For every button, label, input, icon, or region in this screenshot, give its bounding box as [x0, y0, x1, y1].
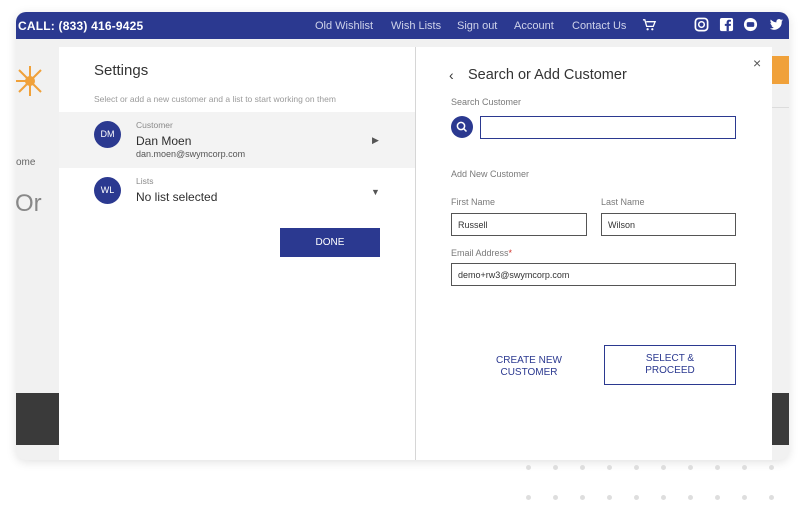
last-name-field[interactable] — [601, 213, 736, 236]
create-button-line2: CUSTOMER — [500, 367, 558, 378]
twitter-icon[interactable] — [769, 17, 784, 32]
first-name-field[interactable] — [451, 213, 587, 236]
search-icon — [456, 121, 468, 133]
chevron-right-icon: ▶ — [372, 135, 379, 145]
dot — [661, 495, 666, 500]
cart-icon[interactable] — [642, 17, 657, 32]
last-name-label: Last Name — [601, 197, 645, 207]
dot — [634, 495, 639, 500]
chevron-down-icon: ▼ — [371, 187, 380, 197]
dot — [742, 465, 747, 470]
search-customer-label: Search Customer — [451, 97, 522, 107]
screenshot-frame: CALL: (833) 416-9425 Old Wishlist Wish L… — [16, 12, 789, 460]
lists-value: No list selected — [136, 190, 218, 204]
stage: CALL: (833) 416-9425 Old Wishlist Wish L… — [0, 0, 800, 519]
search-customer-input[interactable] — [480, 116, 736, 139]
customer-avatar: DM — [94, 121, 121, 148]
facebook-icon[interactable] — [719, 17, 734, 32]
first-name-label: First Name — [451, 197, 496, 207]
email-label: Email Address* — [451, 248, 512, 258]
done-button[interactable]: DONE — [280, 228, 380, 257]
dot — [553, 495, 558, 500]
settings-title: Settings — [94, 62, 149, 79]
dot — [769, 465, 774, 470]
phone-number[interactable]: CALL: (833) 416-9425 — [18, 19, 143, 33]
dot — [661, 465, 666, 470]
dot — [715, 495, 720, 500]
list-selector[interactable]: WL Lists No list selected ▼ — [59, 168, 415, 216]
top-bar: CALL: (833) 416-9425 Old Wishlist Wish L… — [16, 12, 789, 39]
dot — [688, 465, 693, 470]
customer-label: Customer — [136, 120, 173, 130]
settings-subtitle: Select or add a new customer and a list … — [94, 94, 336, 104]
customer-email: dan.moen@swymcorp.com — [136, 149, 246, 159]
email-label-text: Email Address — [451, 248, 509, 258]
background-breadcrumb: ome — [16, 157, 36, 168]
customer-selector[interactable]: DM Customer Dan Moen dan.moen@swymcorp.c… — [59, 112, 415, 168]
youtube-icon[interactable] — [743, 17, 758, 32]
settings-panel: Settings Select or add a new customer an… — [59, 47, 416, 460]
sun-logo-icon — [16, 66, 42, 96]
create-new-customer-button[interactable]: CREATE NEW CUSTOMER — [481, 349, 577, 385]
search-panel-title: Search or Add Customer — [468, 67, 627, 83]
settings-modal: Settings Select or add a new customer an… — [59, 47, 772, 460]
dot — [742, 495, 747, 500]
nav-contact-us[interactable]: Contact Us — [572, 20, 626, 32]
select-button-line1: SELECT & — [645, 353, 695, 364]
dot — [607, 465, 612, 470]
dot — [688, 495, 693, 500]
back-icon[interactable]: ‹ — [449, 67, 454, 83]
dot — [553, 465, 558, 470]
nav-account[interactable]: Account — [514, 20, 554, 32]
customer-name: Dan Moen — [136, 134, 192, 148]
lists-label: Lists — [136, 176, 154, 186]
search-button[interactable] — [451, 116, 473, 138]
create-button-line1: CREATE NEW — [496, 355, 562, 366]
dot — [526, 465, 531, 470]
dot — [580, 495, 585, 500]
select-button-line2: PROCEED — [645, 365, 695, 376]
nav-wish-lists[interactable]: Wish Lists — [391, 20, 441, 32]
select-proceed-button[interactable]: SELECT & PROCEED — [604, 345, 736, 385]
close-icon[interactable]: × — [753, 55, 761, 71]
dot — [634, 465, 639, 470]
dot — [607, 495, 612, 500]
list-avatar: WL — [94, 177, 121, 204]
email-field[interactable] — [451, 263, 736, 286]
background-heading: Or — [16, 190, 42, 217]
search-customer-panel: ‹ Search or Add Customer × Search Custom… — [416, 47, 772, 460]
instagram-icon[interactable] — [694, 17, 709, 32]
dot — [526, 495, 531, 500]
dot — [769, 495, 774, 500]
nav-sign-out[interactable]: Sign out — [457, 20, 497, 32]
required-marker: * — [508, 248, 513, 258]
dot — [580, 465, 585, 470]
add-new-customer-label: Add New Customer — [451, 169, 530, 179]
nav-old-wishlist[interactable]: Old Wishlist — [315, 20, 373, 32]
dot — [715, 465, 720, 470]
